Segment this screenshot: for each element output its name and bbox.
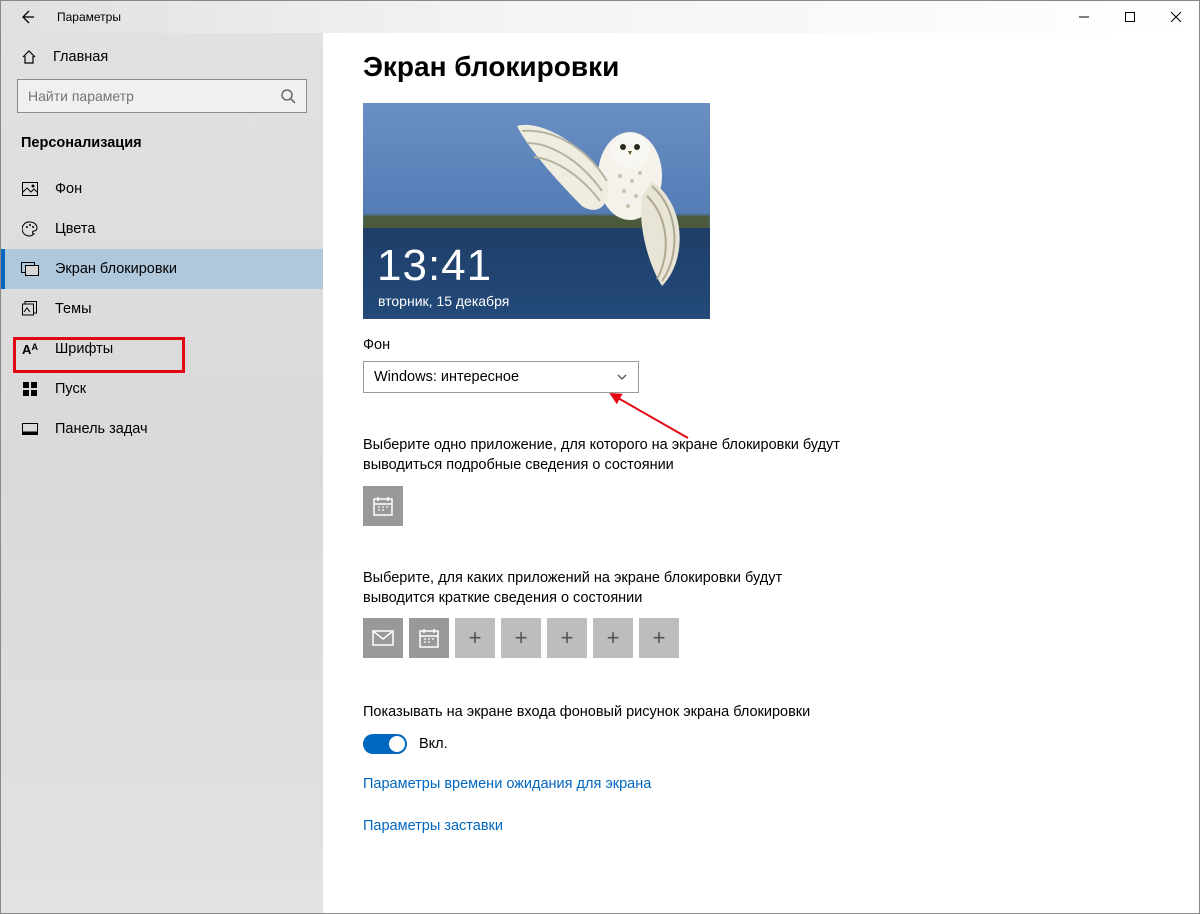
sidebar-item-label: Панель задач <box>55 421 148 437</box>
minimize-button[interactable] <box>1061 1 1107 33</box>
sidebar-item-label: Темы <box>55 301 92 317</box>
home-nav[interactable]: Главная <box>1 41 323 79</box>
quick-status-app-mail[interactable] <box>363 618 403 658</box>
quick-status-add-4[interactable]: + <box>593 618 633 658</box>
taskbar-icon <box>22 423 38 435</box>
background-dropdown-value: Windows: интересное <box>374 369 519 385</box>
screen-timeout-link[interactable]: Параметры времени ожидания для экрана <box>363 776 1159 792</box>
background-label: Фон <box>363 337 1159 353</box>
plus-icon: + <box>561 625 574 651</box>
show-background-toggle[interactable] <box>363 734 407 754</box>
sidebar-item-label: Пуск <box>55 381 86 397</box>
preview-date: вторник, 15 декабря <box>378 293 509 309</box>
home-label: Главная <box>53 49 108 65</box>
arrow-left-icon <box>19 9 35 25</box>
search-input[interactable] <box>28 88 280 104</box>
search-box[interactable] <box>17 79 307 113</box>
owl-image <box>512 121 692 291</box>
sidebar-item-label: Цвета <box>55 221 95 237</box>
sidebar-item-label: Фон <box>55 181 82 197</box>
picture-icon <box>22 182 38 196</box>
title-bar: Параметры <box>1 1 1199 33</box>
home-icon <box>21 49 37 65</box>
detailed-status-app-button[interactable] <box>363 486 403 526</box>
sidebar-item-label: Экран блокировки <box>55 261 177 277</box>
sidebar: Главная Персонализация Фон Цвета <box>1 33 323 913</box>
themes-icon <box>22 301 38 317</box>
preview-time: 13:41 <box>377 241 492 291</box>
lockscreen-preview: 13:41 вторник, 15 декабря <box>363 103 710 319</box>
page-title: Экран блокировки <box>363 51 1159 83</box>
mail-icon <box>372 630 394 646</box>
show-background-label: Показывать на экране входа фоновый рисун… <box>363 702 843 722</box>
back-button[interactable] <box>17 7 37 27</box>
maximize-button[interactable] <box>1107 1 1153 33</box>
sidebar-item-taskbar[interactable]: Панель задач <box>1 409 323 449</box>
plus-icon: + <box>607 625 620 651</box>
sidebar-item-colors[interactable]: Цвета <box>1 209 323 249</box>
screensaver-link[interactable]: Параметры заставки <box>363 818 1159 834</box>
palette-icon <box>22 221 38 237</box>
quick-status-add-5[interactable]: + <box>639 618 679 658</box>
minimize-icon <box>1079 12 1089 22</box>
background-dropdown[interactable]: Windows: интересное <box>363 361 639 393</box>
close-icon <box>1171 12 1181 22</box>
chevron-down-icon <box>616 371 628 383</box>
calendar-icon <box>418 627 440 649</box>
close-button[interactable] <box>1153 1 1199 33</box>
sidebar-item-fonts[interactable]: AA Шрифты <box>1 329 323 369</box>
sidebar-item-start[interactable]: Пуск <box>1 369 323 409</box>
quick-status-add-2[interactable]: + <box>501 618 541 658</box>
search-icon <box>280 88 296 104</box>
window-title: Параметры <box>57 10 121 24</box>
quick-status-label: Выберите, для каких приложений на экране… <box>363 568 843 609</box>
quick-status-add-1[interactable]: + <box>455 618 495 658</box>
start-icon <box>23 382 37 396</box>
quick-status-add-3[interactable]: + <box>547 618 587 658</box>
plus-icon: + <box>653 625 666 651</box>
detailed-status-label: Выберите одно приложение, для которого н… <box>363 435 843 476</box>
section-title: Персонализация <box>1 131 323 169</box>
sidebar-item-label: Шрифты <box>55 341 113 357</box>
main-content: Экран блокировки <box>323 33 1199 913</box>
calendar-icon <box>372 495 394 517</box>
toggle-state-label: Вкл. <box>419 736 448 752</box>
quick-status-app-calendar[interactable] <box>409 618 449 658</box>
sidebar-item-lockscreen[interactable]: Экран блокировки <box>1 249 323 289</box>
plus-icon: + <box>469 625 482 651</box>
nav-list: Фон Цвета Экран блокировки Темы AA Шрифт… <box>1 169 323 449</box>
sidebar-item-background[interactable]: Фон <box>1 169 323 209</box>
lockscreen-icon <box>21 262 39 276</box>
fonts-icon: AA <box>21 342 39 357</box>
maximize-icon <box>1125 12 1135 22</box>
sidebar-item-themes[interactable]: Темы <box>1 289 323 329</box>
plus-icon: + <box>515 625 528 651</box>
